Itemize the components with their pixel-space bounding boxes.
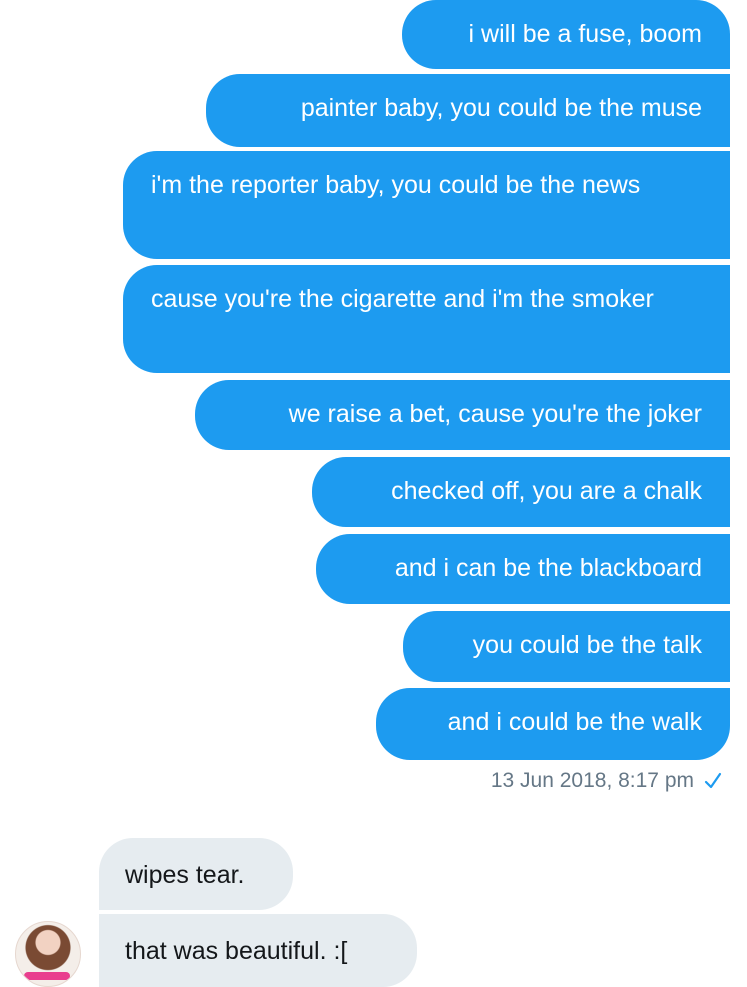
outgoing-message[interactable]: checked off, you are a chalk: [312, 457, 730, 527]
timestamp-text: 13 Jun 2018, 8:17 pm: [490, 769, 694, 792]
incoming-message[interactable]: that was beautiful. :[: [99, 914, 417, 987]
outgoing-message[interactable]: painter baby, you could be the muse: [206, 74, 730, 147]
message-timestamp: 13 Jun 2018, 8:17 pm: [491, 767, 723, 795]
outgoing-message[interactable]: we raise a bet, cause you're the joker: [195, 380, 730, 450]
outgoing-message[interactable]: and i could be the walk: [376, 688, 730, 760]
incoming-message[interactable]: wipes tear.: [99, 838, 293, 910]
outgoing-message[interactable]: cause you're the cigarette and i'm the s…: [123, 265, 730, 373]
outgoing-message[interactable]: i'm the reporter baby, you could be the …: [123, 151, 730, 259]
avatar[interactable]: [15, 921, 81, 987]
avatar-badge: [24, 972, 70, 980]
outgoing-message[interactable]: and i can be the blackboard: [316, 534, 730, 604]
outgoing-message[interactable]: i will be a fuse, boom: [402, 0, 730, 69]
outgoing-message[interactable]: you could be the talk: [403, 611, 730, 682]
check-icon: [704, 772, 722, 789]
